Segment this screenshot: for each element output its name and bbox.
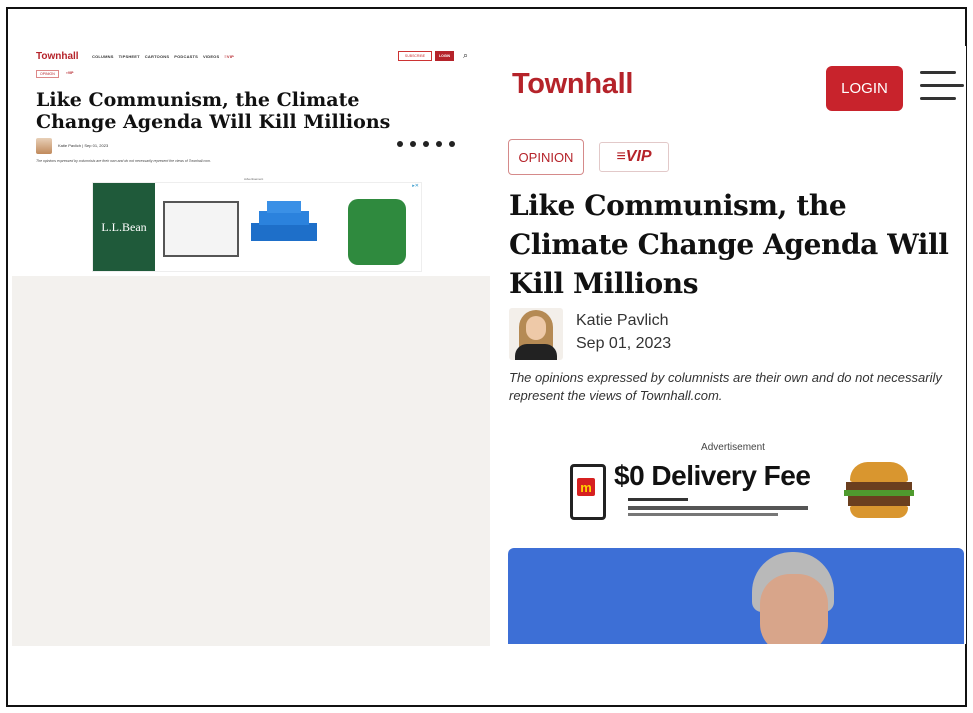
mobile-login-button[interactable]: LOGIN [826,66,903,111]
product-clear-case [163,201,239,257]
search-icon[interactable]: ⌕ [463,50,468,61]
mobile-ad-label: Advertisement [701,442,765,453]
product-blue-cube-medium [259,211,309,225]
mobile-disclaimer: The opinions expressed by columnists are… [509,370,942,403]
twitter-icon[interactable] [397,141,403,147]
desktop-tags: OPINION ≡VIP [36,70,76,78]
nav-podcasts[interactable]: PODCASTS [174,54,198,59]
desktop-login-button[interactable]: LOGIN [435,51,454,61]
desktop-author-avatar[interactable] [36,138,52,154]
desktop-ad-label: Advertisement [244,177,264,181]
product-blue-cube-small [267,201,301,213]
article-hero-photo[interactable] [508,548,964,644]
email-icon[interactable] [436,141,442,147]
hamburger-menu-icon[interactable] [920,71,964,101]
desktop-share-icons [397,141,455,147]
mobile-logo[interactable]: Townhall [512,68,633,101]
ad-fine-print [628,506,808,510]
author-name[interactable]: Katie Pavlich [576,312,669,330]
desktop-nav: COLUMNS TIPSHEET CARTOONS PODCASTS VIDEO… [92,54,234,59]
comment-icon[interactable] [449,141,455,147]
desktop-article-header: Townhall COLUMNS TIPSHEET CARTOONS PODCA… [12,46,490,276]
nav-columns[interactable]: COLUMNS [92,54,114,59]
desktop-subscribe-button[interactable]: SUBSCRIBE [398,51,432,61]
desktop-byline: Katie Pavlich | Sep 01, 2023 [58,143,109,148]
print-icon[interactable] [423,141,429,147]
product-green-kit [348,199,406,265]
llbean-logo: L.L.Bean [93,183,155,271]
desktop-disclaimer: The opinions expressed by columnists are… [36,159,211,163]
burger-image [842,462,916,522]
desktop-article-view: Townhall COLUMNS TIPSHEET CARTOONS PODCA… [12,46,490,646]
nav-vip[interactable]: ≡VIP [224,54,234,59]
mobile-ad-banner[interactable]: m $0 Delivery Fee [570,460,920,526]
mobile-tag-vip[interactable]: ≡VIP [599,142,669,172]
desktop-ad-banner[interactable]: L.L.Bean ▸✕ [92,182,422,272]
ad-headline: $0 Delivery Fee [614,460,811,491]
adchoices-icon[interactable]: ▸✕ [412,183,419,189]
nav-cartoons[interactable]: CARTOONS [145,54,169,59]
ad-fine-print [628,498,688,501]
nav-tipsheet[interactable]: TIPSHEET [119,54,140,59]
facebook-icon[interactable] [410,141,416,147]
desktop-tag-vip[interactable]: ≡VIP [63,70,77,78]
desktop-logo[interactable]: Townhall [36,51,79,62]
mobile-article-title: Like Communism, the Climate Change Agend… [509,189,949,300]
publish-date: Sep 01, 2023 [576,335,672,352]
desktop-tag-opinion[interactable]: OPINION [36,70,59,78]
desktop-article-title: Like Communism, the Climate Change Agend… [36,89,391,133]
mcdonalds-logo-icon: m [577,478,595,496]
nav-videos[interactable]: VIDEOS [203,54,219,59]
product-blue-cube-large [251,223,317,241]
mobile-tag-opinion[interactable]: OPINION [508,139,584,175]
ad-fine-print [628,513,778,516]
author-avatar[interactable] [509,308,563,360]
mobile-article-view: Townhall LOGIN OPINION ≡VIP Like Communi… [500,46,966,644]
